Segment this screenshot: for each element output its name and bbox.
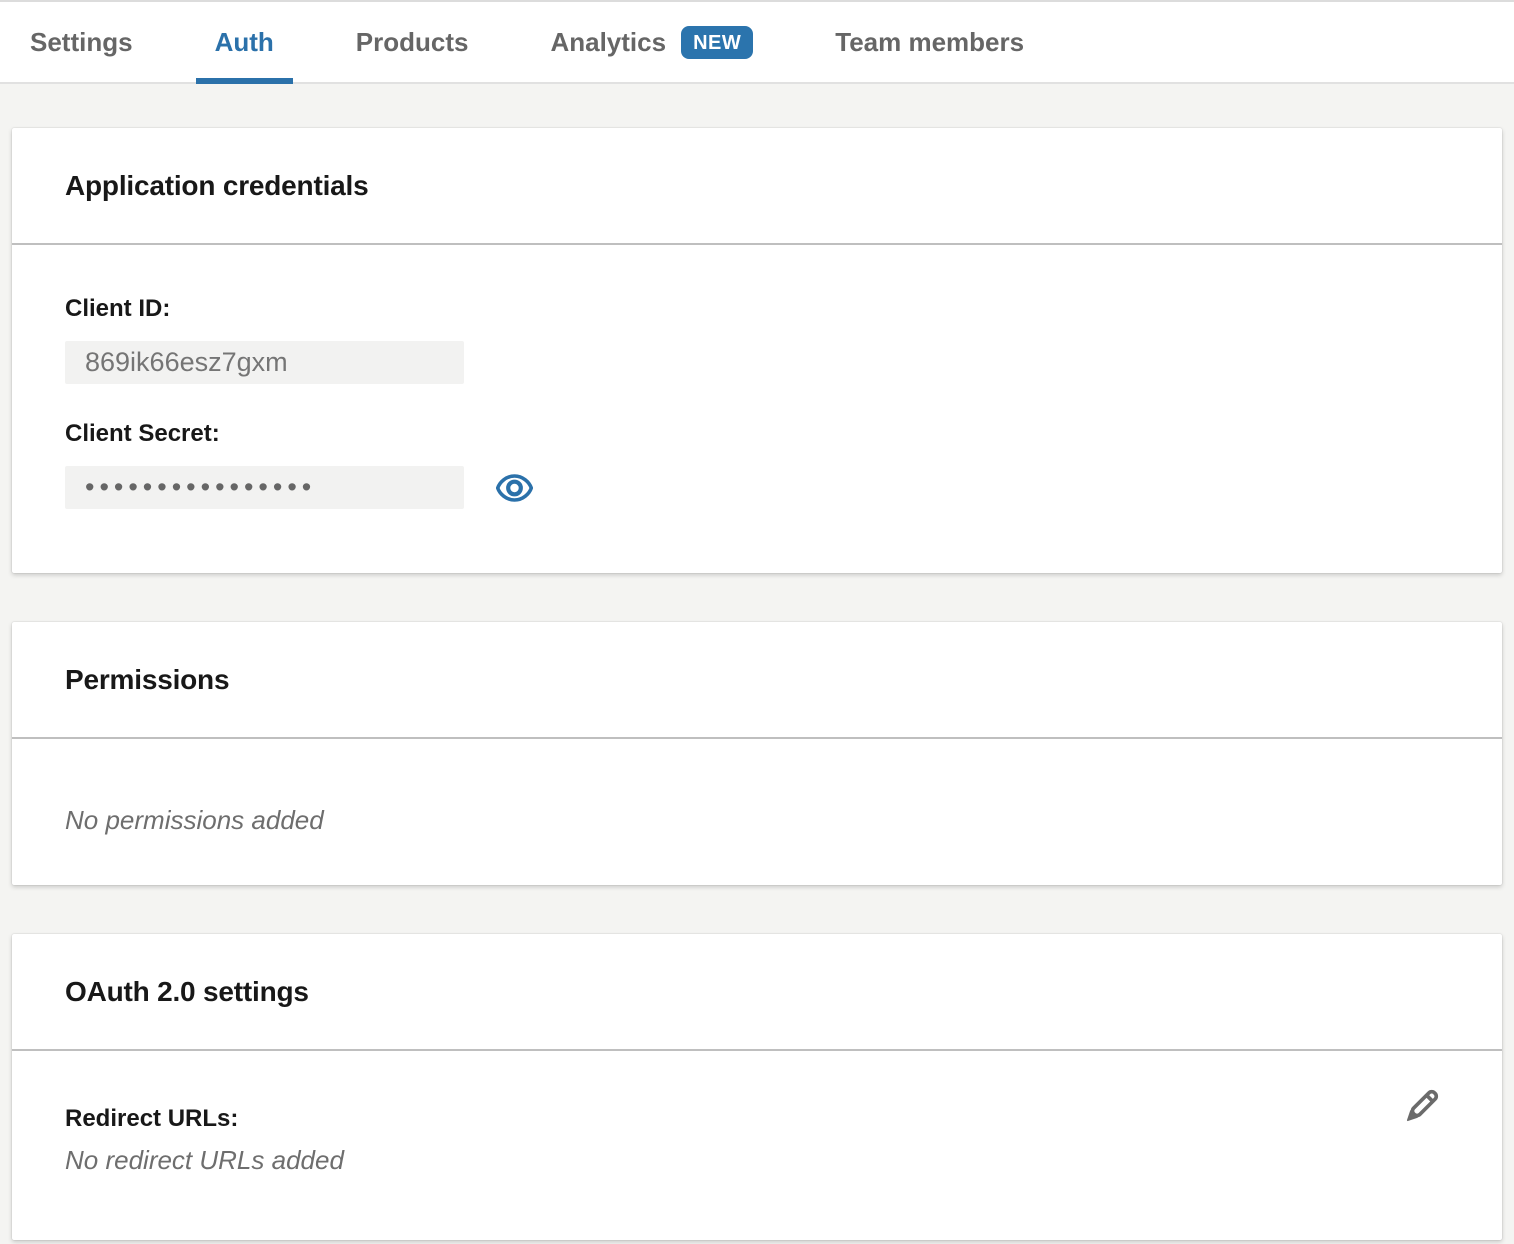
permissions-empty-text: No permissions added xyxy=(65,805,1449,836)
client-secret-row xyxy=(65,466,1449,509)
tab-analytics-label: Analytics xyxy=(550,27,666,58)
oauth-settings-header: OAuth 2.0 settings xyxy=(12,934,1502,1051)
tab-bar: Settings Auth Products Analytics NEW Tea… xyxy=(0,2,1514,84)
client-id-input[interactable] xyxy=(65,341,464,384)
show-secret-button[interactable] xyxy=(494,472,534,504)
tab-team-members-label: Team members xyxy=(835,27,1024,58)
tab-auth-label: Auth xyxy=(215,27,274,58)
oauth-settings-card: OAuth 2.0 settings Redirect URLs: No red… xyxy=(12,934,1502,1240)
redirect-urls-label: Redirect URLs: xyxy=(65,1105,1449,1133)
permissions-header: Permissions xyxy=(12,622,1502,739)
application-credentials-card: Application credentials Client ID: Clien… xyxy=(12,128,1502,573)
tab-settings-label: Settings xyxy=(30,27,133,58)
tab-analytics[interactable]: Analytics NEW xyxy=(531,2,772,82)
client-secret-input[interactable] xyxy=(65,466,464,509)
application-credentials-title: Application credentials xyxy=(65,170,368,202)
tab-auth[interactable]: Auth xyxy=(196,2,293,82)
tab-products-label: Products xyxy=(356,27,469,58)
pencil-icon xyxy=(1398,1084,1444,1130)
tab-team-members[interactable]: Team members xyxy=(816,2,1043,82)
application-credentials-body: Client ID: Client Secret: xyxy=(12,245,1502,573)
permissions-body: No permissions added xyxy=(12,739,1502,885)
tab-settings[interactable]: Settings xyxy=(11,2,152,82)
eye-icon xyxy=(496,474,533,502)
permissions-card: Permissions No permissions added xyxy=(12,622,1502,885)
client-secret-label: Client Secret: xyxy=(65,420,1449,448)
new-badge: NEW xyxy=(681,26,753,59)
main-content: Application credentials Client ID: Clien… xyxy=(0,84,1514,1240)
redirect-urls-empty-text: No redirect URLs added xyxy=(65,1145,1449,1176)
edit-redirect-urls-button[interactable] xyxy=(1397,1083,1445,1131)
oauth-settings-body: Redirect URLs: No redirect URLs added xyxy=(12,1051,1502,1240)
client-id-label: Client ID: xyxy=(65,295,1449,323)
permissions-title: Permissions xyxy=(65,664,229,696)
oauth-settings-title: OAuth 2.0 settings xyxy=(65,976,309,1008)
tab-products[interactable]: Products xyxy=(337,2,488,82)
application-credentials-header: Application credentials xyxy=(12,128,1502,245)
